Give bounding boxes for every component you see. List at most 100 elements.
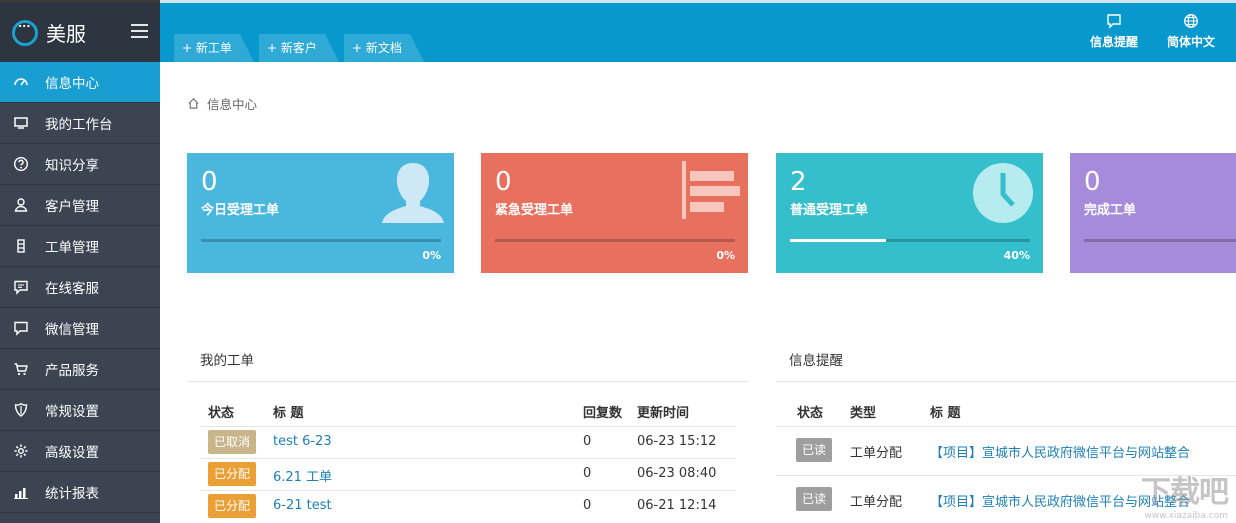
- col-replies: 回复数: [583, 406, 623, 421]
- col-title: 标 题: [273, 406, 304, 421]
- row-divider: [200, 490, 735, 491]
- reply-count: 0: [583, 498, 592, 513]
- card-label: 紧急受理工单: [495, 203, 574, 218]
- card-progress-track: [1084, 239, 1236, 242]
- sidebar-item-label: 微信管理: [45, 322, 99, 338]
- message-icon: [1107, 14, 1121, 29]
- sidebar-item-label: 统计报表: [45, 486, 99, 502]
- sidebar-item[interactable]: 信息中心: [0, 62, 160, 103]
- sidebar-item[interactable]: 常规设置: [0, 390, 160, 431]
- card-label: 完成工单: [1084, 203, 1137, 218]
- cart-icon: [12, 360, 30, 378]
- clock-icon: [973, 163, 1033, 223]
- col-updated: 更新时间: [637, 406, 690, 421]
- user-icon: [12, 196, 30, 214]
- updated-time: 06-21 12:14: [637, 498, 717, 513]
- notification-type: 工单分配: [850, 446, 903, 461]
- sidebar-item[interactable]: 知识分享: [0, 144, 160, 185]
- app-name: 美服: [46, 22, 86, 46]
- divider: [776, 381, 1236, 382]
- card-urgent-tickets[interactable]: 0 紧急受理工单 0%: [481, 153, 748, 273]
- card-label: 普通受理工单: [790, 203, 869, 218]
- notifications-title: 信息提醒: [789, 353, 843, 369]
- card-value: 0: [495, 167, 512, 197]
- bar-chart-icon: [12, 483, 30, 501]
- breadcrumb-label[interactable]: 信息中心: [207, 94, 257, 113]
- new-customer-tab[interactable]: + 新客户: [259, 34, 339, 62]
- ticket-icon: [12, 237, 30, 255]
- sidebar-item-label: 信息中心: [45, 76, 99, 92]
- status-badge: 已分配: [208, 494, 257, 518]
- sidebar-item[interactable]: 产品服务: [0, 349, 160, 390]
- card-today-tickets[interactable]: 0 今日受理工单 0%: [187, 153, 454, 273]
- sidebar-item[interactable]: 微信管理: [0, 308, 160, 349]
- ticket-title-link[interactable]: 6-21 test: [273, 498, 332, 513]
- my-tickets-title: 我的工单: [200, 353, 254, 369]
- notification-title-link[interactable]: 【项目】宣城市人民政府微信平台与网站整合: [930, 442, 1190, 461]
- globe-icon: [1184, 14, 1198, 28]
- sidebar-nav: 信息中心我的工作台知识分享客户管理工单管理在线客服微信管理产品服务常规设置高级设…: [0, 62, 160, 513]
- sidebar-item-label: 客户管理: [45, 199, 99, 215]
- logo: 美服: [0, 0, 160, 62]
- col-status: 状态: [797, 406, 824, 421]
- card-progress-fill: [790, 239, 886, 242]
- updated-time: 06-23 08:40: [637, 466, 717, 481]
- ticket-title-link[interactable]: test 6-23: [273, 434, 332, 449]
- status-badge: 已取消: [208, 430, 257, 454]
- card-value: 0: [201, 167, 218, 197]
- sidebar-item-label: 知识分享: [45, 158, 99, 174]
- question-icon: [12, 155, 30, 173]
- watermark-text: 下载吧: [1141, 475, 1229, 510]
- card-progress-track: [495, 239, 735, 242]
- updated-time: 06-23 15:12: [637, 434, 717, 449]
- chat-icon: [12, 278, 30, 296]
- row-divider: [776, 426, 1236, 427]
- list-bars-icon: [682, 161, 740, 219]
- sidebar-item[interactable]: 我的工作台: [0, 103, 160, 144]
- card-normal-tickets[interactable]: 2 普通受理工单 40%: [776, 153, 1043, 273]
- sidebar-item-label: 产品服务: [45, 363, 99, 379]
- sidebar-item[interactable]: 在线客服: [0, 267, 160, 308]
- notifications-button[interactable]: 信息提醒: [1084, 13, 1144, 50]
- breadcrumb: 信息中心: [187, 94, 257, 113]
- status-badge: 已分配: [208, 462, 257, 486]
- sidebar-item[interactable]: 客户管理: [0, 185, 160, 226]
- card-completed-tickets[interactable]: 0 完成工单: [1070, 153, 1236, 273]
- card-percent: 40%: [1003, 249, 1030, 262]
- gear-icon: [12, 442, 30, 460]
- sidebar-item-label: 我的工作台: [45, 117, 113, 133]
- sidebar-item-label: 常规设置: [45, 404, 99, 420]
- card-percent: 0%: [422, 249, 441, 262]
- ticket-title-link[interactable]: 6.21 工单: [273, 466, 332, 485]
- card-percent: 0%: [716, 249, 735, 262]
- row-divider: [200, 458, 735, 459]
- sidebar-item[interactable]: 统计报表: [0, 472, 160, 513]
- monitor-icon: [12, 114, 30, 132]
- read-status-badge: 已读: [796, 438, 833, 462]
- sidebar-item-label: 工单管理: [45, 240, 99, 256]
- wechat-bubble-icon: [12, 319, 30, 337]
- card-progress-track: [201, 239, 441, 242]
- watermark-logo: 下载吧 www.xiazaiba.com: [1141, 467, 1229, 521]
- logo-chat-icon: [12, 17, 38, 46]
- language-button[interactable]: 简体中文: [1161, 13, 1221, 50]
- row-divider: [200, 426, 735, 427]
- new-ticket-tab[interactable]: + 新工单: [174, 34, 254, 62]
- divider: [187, 381, 749, 382]
- reply-count: 0: [583, 466, 592, 481]
- sidebar-item[interactable]: 高级设置: [0, 431, 160, 472]
- sidebar-item-label: 高级设置: [45, 445, 99, 461]
- col-type: 类型: [850, 406, 877, 421]
- sidebar: 美服 信息中心我的工作台知识分享客户管理工单管理在线客服微信管理产品服务常规设置…: [0, 0, 160, 523]
- card-label: 今日受理工单: [201, 203, 280, 218]
- card-value: 2: [790, 167, 807, 197]
- notifications-label: 信息提醒: [1089, 35, 1138, 49]
- shield-icon: [12, 401, 30, 419]
- card-progress-track: [790, 239, 1030, 242]
- language-label: 简体中文: [1166, 35, 1215, 49]
- person-silhouette-icon: [382, 163, 444, 223]
- menu-toggle-icon[interactable]: [131, 24, 148, 38]
- new-document-tab[interactable]: + 新文档: [344, 34, 424, 62]
- sidebar-item[interactable]: 工单管理: [0, 226, 160, 267]
- dashboard-icon: [12, 73, 30, 91]
